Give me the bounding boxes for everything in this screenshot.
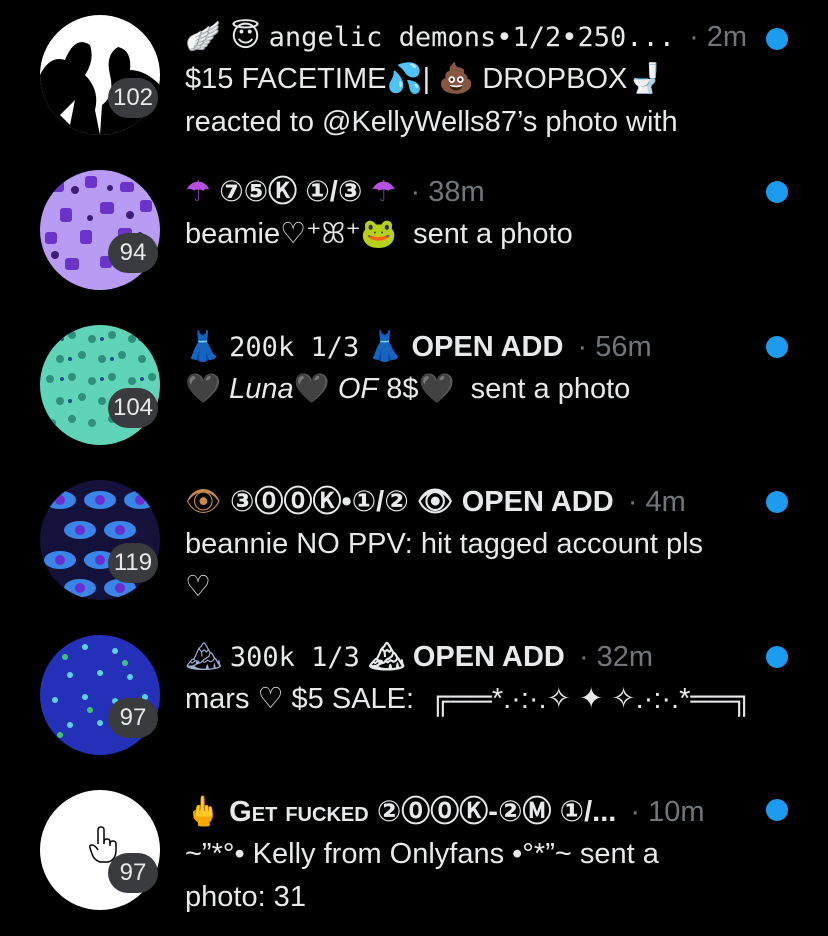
unread-dot bbox=[766, 336, 788, 358]
conversation-name: Get fucked ②⓪⓪Ⓚ-②Ⓜ ①/... bbox=[229, 796, 617, 828]
middle-finger-icon: 🖕 bbox=[185, 794, 222, 828]
eye-icon: 👁 bbox=[185, 484, 222, 518]
unread-count-badge: 102 bbox=[108, 78, 158, 118]
conversation-content: 🪽 😇 angelic demons•1/2•250... · 2m $15 F… bbox=[185, 14, 775, 144]
conversation-header: ☂ ⑦⑤Ⓚ ①/③ ☂ · 38m bbox=[185, 169, 775, 213]
conversation-content: ☂ ⑦⑤Ⓚ ①/③ ☂ · 38m beamie♡⁺ꕤ⁺🐸 sent a pho… bbox=[185, 169, 775, 256]
wing-halo-icon: 🪽 😇 bbox=[185, 19, 261, 53]
conversation-row[interactable]: 94 ☂ ⑦⑤Ⓚ ①/③ ☂ · 38m beamie♡⁺ꕤ⁺🐸 sent a … bbox=[0, 155, 828, 310]
conversation-name: ⑦⑤Ⓚ ①/③ bbox=[219, 176, 363, 208]
unread-dot bbox=[766, 28, 788, 50]
mountain-icon: 🏔 bbox=[185, 639, 222, 673]
conversation-content: 🖕 Get fucked ②⓪⓪Ⓚ-②Ⓜ ①/... · 10m ~”*°• K… bbox=[185, 789, 775, 919]
message-text: 8$🖤 sent a photo bbox=[378, 373, 631, 405]
unread-dot bbox=[766, 491, 788, 513]
unread-dot bbox=[766, 799, 788, 821]
conversation-name: angelic demons•1/2•250... bbox=[268, 22, 676, 53]
umbrella-icon: ☂ bbox=[370, 174, 397, 208]
conversation-header: 🏔 300k 1/3 🏔 OPEN ADD · 32m bbox=[185, 634, 775, 678]
conversation-name: 300k 1/3 bbox=[229, 642, 360, 673]
conversation-header: 🪽 😇 angelic demons•1/2•250... · 2m bbox=[185, 14, 775, 58]
conversation-row[interactable]: 102 🪽 😇 angelic demons•1/2•250... · 2m $… bbox=[0, 0, 828, 155]
unread-count-badge: 104 bbox=[108, 388, 158, 428]
conversation-name-suffix: 🏔 OPEN ADD bbox=[368, 641, 565, 673]
conversation-header: 👗 200k 1/3 👗 OPEN ADD · 56m bbox=[185, 324, 775, 368]
umbrella-icon: ☂ bbox=[185, 174, 211, 208]
conversation-content: 🏔 300k 1/3 🏔 OPEN ADD · 32m mars ♡ $5 SA… bbox=[185, 634, 775, 721]
unread-count-badge: 119 bbox=[108, 543, 158, 583]
conversation-row[interactable]: 104 👗 200k 1/3 👗 OPEN ADD · 56m 🖤 Luna🖤 … bbox=[0, 310, 828, 465]
timestamp: · 10m bbox=[630, 796, 705, 828]
black-heart-icon: 🖤 bbox=[185, 373, 230, 405]
conversation-name: 200k 1/3 bbox=[229, 332, 360, 363]
message-preview: beamie♡⁺ꕤ⁺🐸 sent a photo bbox=[185, 218, 573, 250]
message-text: Luna bbox=[229, 373, 294, 405]
timestamp: · 56m bbox=[577, 331, 652, 363]
conversation-name: ③⓪⓪Ⓚ•①/② bbox=[229, 486, 409, 518]
unread-dot bbox=[766, 181, 788, 203]
timestamp: · 38m bbox=[410, 176, 485, 208]
conversation-name-suffix: 👗 OPEN ADD bbox=[367, 331, 564, 363]
conversation-header: 🖕 Get fucked ②⓪⓪Ⓚ-②Ⓜ ①/... · 10m bbox=[185, 789, 775, 833]
black-heart-icon: 🖤 bbox=[293, 373, 338, 405]
conversation-name-suffix: 👁 OPEN ADD bbox=[416, 486, 614, 518]
conversation-content: 👗 200k 1/3 👗 OPEN ADD · 56m 🖤 Luna🖤 OF 8… bbox=[185, 324, 775, 411]
timestamp: · 2m bbox=[689, 21, 748, 53]
unread-count-badge: 94 bbox=[108, 233, 158, 273]
unread-count-badge: 97 bbox=[108, 853, 158, 893]
message-preview: 🖤 Luna🖤 OF 8$🖤 sent a photo bbox=[185, 368, 775, 411]
conversation-row[interactable]: 97 🖕 Get fucked ②⓪⓪Ⓚ-②Ⓜ ①/... · 10m ~”*°… bbox=[0, 775, 828, 930]
unread-count-badge: 97 bbox=[108, 698, 158, 738]
message-preview: beannie NO PPV: hit tagged account pls ♡ bbox=[185, 528, 704, 603]
timestamp: · 32m bbox=[578, 641, 654, 673]
message-text: OF bbox=[337, 373, 379, 405]
conversation-header: 👁 ③⓪⓪Ⓚ•①/② 👁 OPEN ADD · 4m bbox=[185, 479, 775, 523]
message-preview: $15 FACETIME💦| 💩 DROPBOX🚽 reacted to @Ke… bbox=[185, 63, 678, 138]
dress-icon: 👗 bbox=[185, 329, 222, 363]
timestamp: · 4m bbox=[627, 486, 686, 518]
conversation-content: 👁 ③⓪⓪Ⓚ•①/② 👁 OPEN ADD · 4m beannie NO PP… bbox=[185, 479, 775, 609]
message-preview: ~”*°• Kelly from Onlyfans •°*”~ sent a p… bbox=[185, 838, 659, 913]
unread-dot bbox=[766, 646, 788, 668]
conversation-list: 102 🪽 😇 angelic demons•1/2•250... · 2m $… bbox=[0, 0, 828, 936]
conversation-row[interactable]: 119 👁 ③⓪⓪Ⓚ•①/② 👁 OPEN ADD · 4m beannie N… bbox=[0, 465, 828, 620]
message-preview: mars ♡ $5 SALE: ╔══*.·:·.✧ ✦ ✧.·:·.*══╗ bbox=[185, 683, 753, 715]
conversation-row[interactable]: 97 🏔 300k 1/3 🏔 OPEN ADD · 32m mars ♡ $5… bbox=[0, 620, 828, 775]
